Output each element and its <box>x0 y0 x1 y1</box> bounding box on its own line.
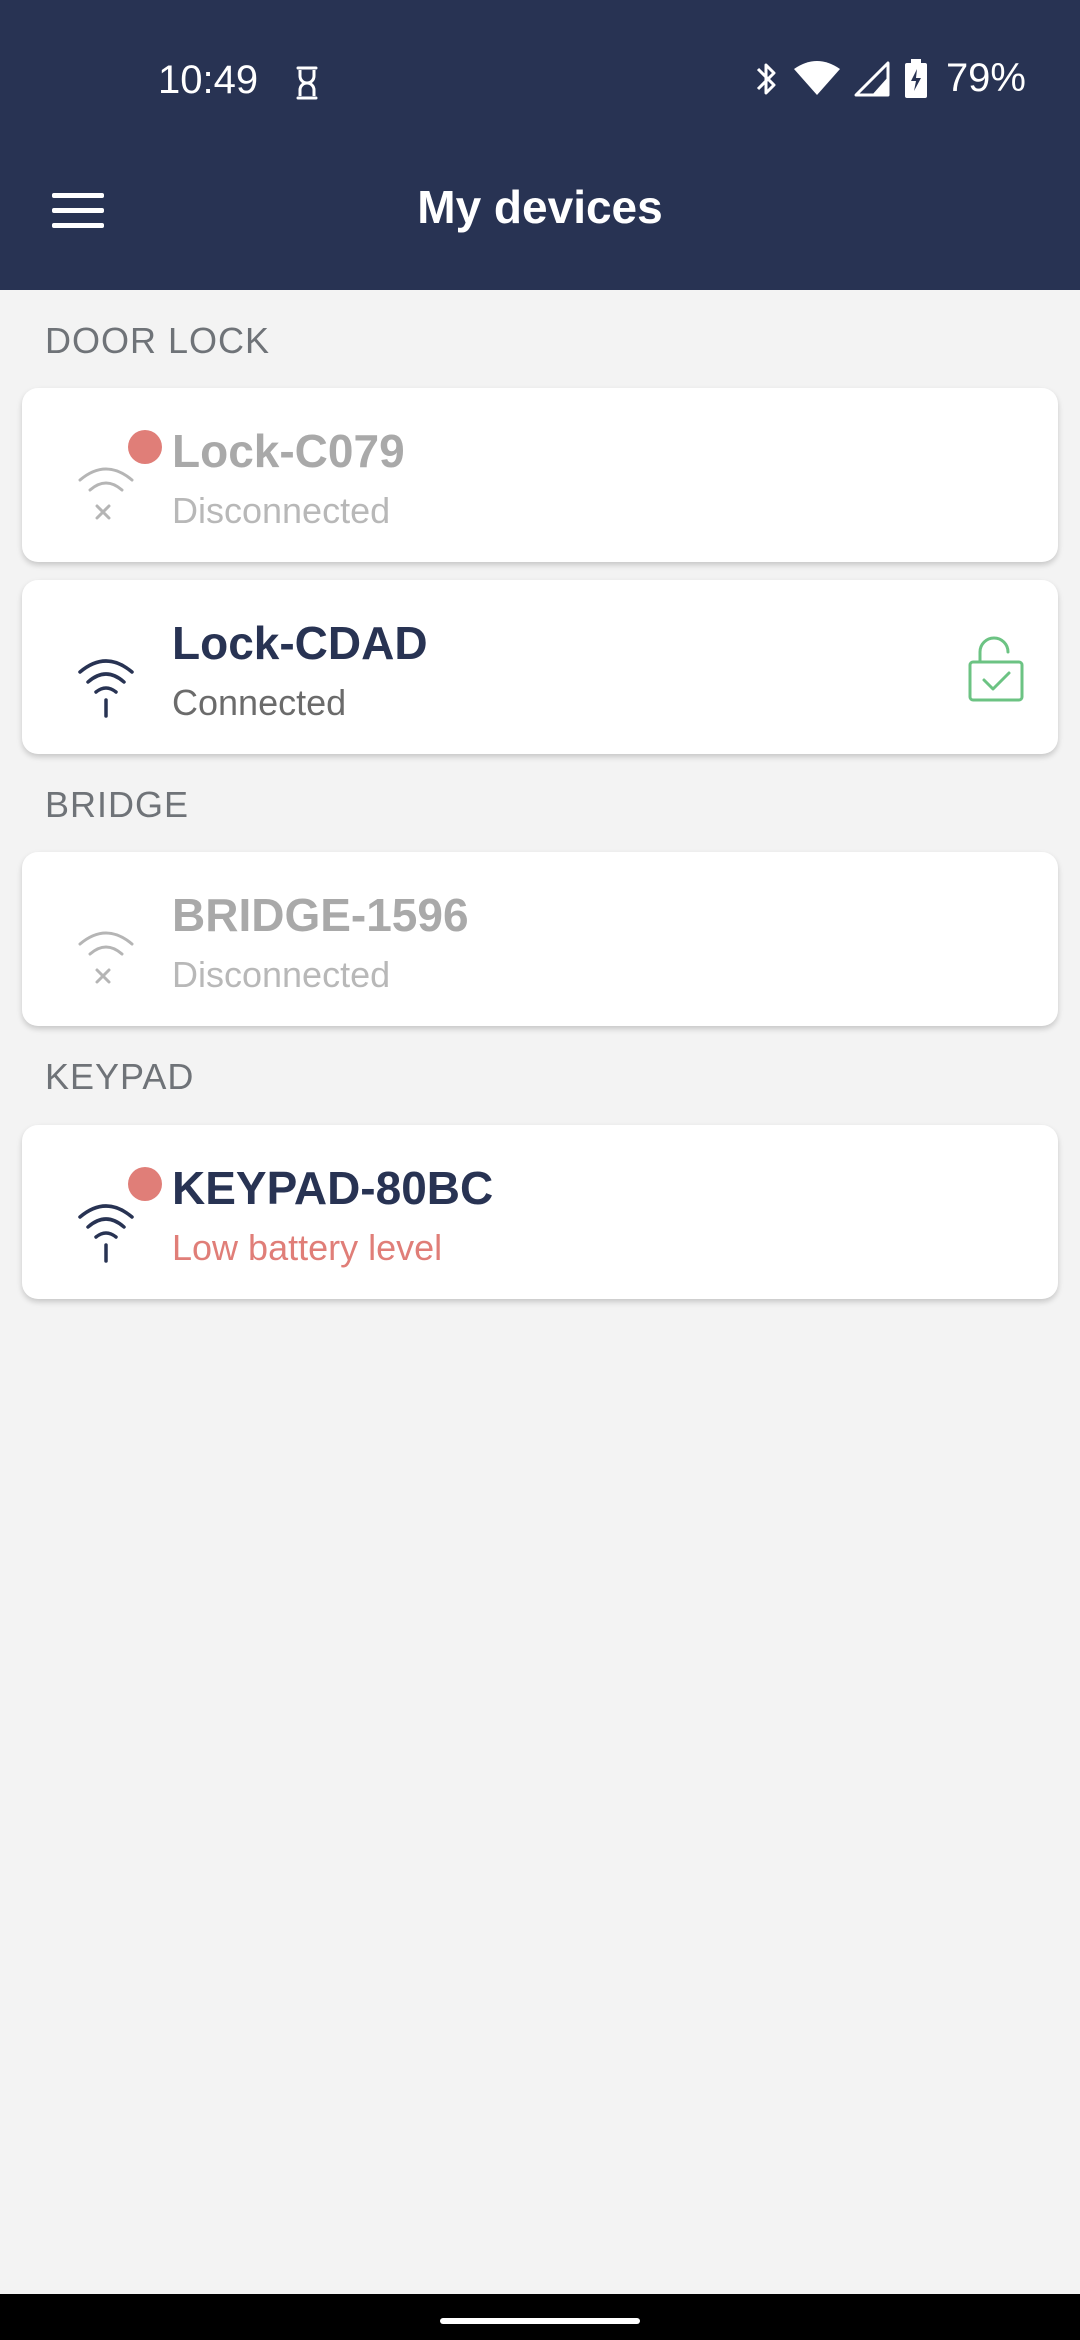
device-status: Low battery level <box>172 1227 443 1268</box>
signal-icon <box>854 61 890 96</box>
unlocked-lock-icon[interactable] <box>966 636 1026 702</box>
battery-icon <box>904 58 927 98</box>
wifi-connected-icon <box>54 630 162 720</box>
page-title: My devices <box>417 181 663 233</box>
device-card-keypad-80bc[interactable]: KEYPAD-80BC Low battery level <box>22 1125 1058 1299</box>
system-navigation-bar <box>0 2294 1080 2340</box>
wifi-disconnected-icon <box>54 430 162 528</box>
alert-dot <box>128 1167 162 1201</box>
app-header: 10:49 79% My devices <box>0 0 1080 290</box>
device-name: KEYPAD-80BC <box>172 1162 494 1214</box>
device-status: Connected <box>172 682 347 723</box>
notification-icon <box>296 66 318 100</box>
device-card-bridge-1596[interactable]: BRIDGE-1596 Disconnected <box>22 852 1058 1026</box>
wifi-disconnected-icon <box>54 902 162 992</box>
status-icons: 79% <box>752 56 1026 101</box>
device-card-lock-cdad[interactable]: Lock-CDAD Connected <box>22 580 1058 754</box>
device-card-lock-c079[interactable]: Lock-C079 Disconnected <box>22 388 1058 562</box>
device-name: BRIDGE-1596 <box>172 889 469 941</box>
alert-dot <box>128 430 162 464</box>
home-indicator[interactable] <box>440 2318 640 2324</box>
battery-percent: 79% <box>945 56 1026 100</box>
wifi-connected-icon <box>54 1167 162 1265</box>
section-title-bridge: BRIDGE <box>45 784 190 825</box>
section-title-door-lock: DOOR LOCK <box>45 320 271 361</box>
device-name: Lock-CDAD <box>172 617 428 669</box>
status-time: 10:49 <box>158 58 259 102</box>
device-status: Disconnected <box>172 490 391 531</box>
wifi-status-icon <box>793 60 840 95</box>
device-status: Disconnected <box>172 954 391 995</box>
device-name: Lock-C079 <box>172 425 405 477</box>
bluetooth-icon <box>756 63 776 94</box>
section-title-keypad: KEYPAD <box>45 1056 195 1097</box>
